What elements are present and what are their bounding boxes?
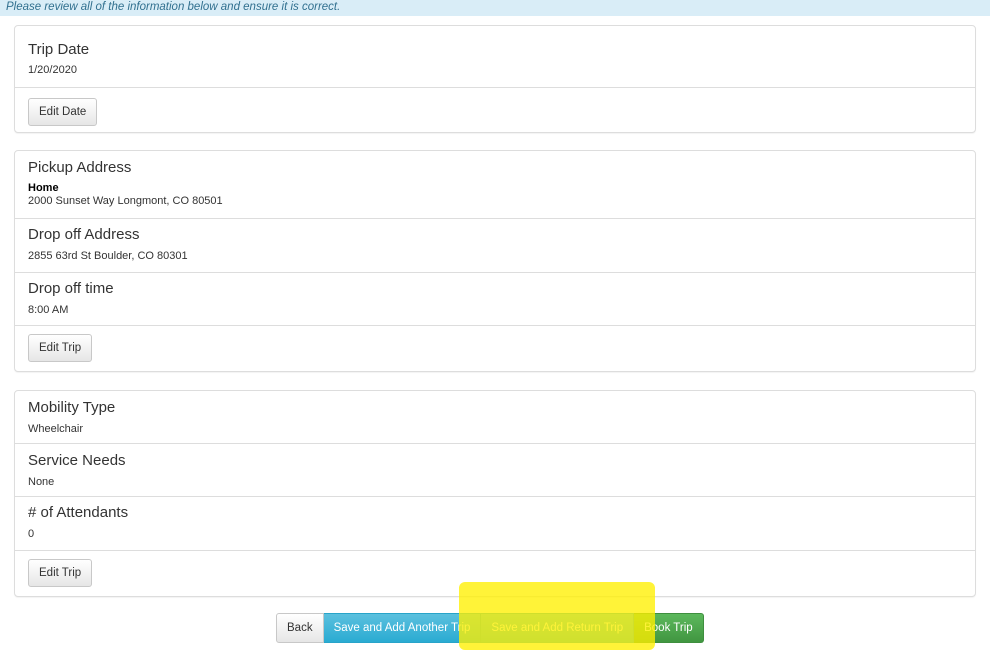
- edit-trip-button[interactable]: Edit Trip: [28, 334, 93, 362]
- back-button[interactable]: Back: [276, 613, 324, 643]
- pickup-address-value: 2000 Sunset Way Longmont, CO 80501: [28, 195, 223, 207]
- trip-date-title: Trip Date: [28, 41, 90, 58]
- dropoff-address-value: 2855 63rd St Boulder, CO 80301: [28, 250, 188, 262]
- dropoff-address-row: Drop off Address 2855 63rd St Boulder, C…: [15, 219, 975, 273]
- save-add-return-trip-button[interactable]: Save and Add Return Trip: [481, 613, 635, 643]
- attendants-value: 0: [28, 528, 35, 540]
- edit-needs-button[interactable]: Edit Trip: [28, 559, 93, 587]
- pickup-address-title: Pickup Address: [28, 159, 132, 176]
- pickup-address-row: Pickup Address Home 2000 Sunset Way Long…: [15, 151, 975, 219]
- mobility-type-title: Mobility Type: [28, 399, 116, 416]
- trip-details-panel: Pickup Address Home 2000 Sunset Way Long…: [14, 150, 976, 372]
- edit-date-button[interactable]: Edit Date: [28, 98, 98, 126]
- pickup-name: Home: [28, 182, 59, 194]
- trip-date-actions: Edit Date: [15, 88, 975, 133]
- dropoff-time-value: 8:00 AM: [28, 304, 69, 316]
- service-needs-value: None: [28, 476, 55, 488]
- dropoff-time-row: Drop off time 8:00 AM: [15, 273, 975, 326]
- action-button-group: Back Save and Add Another Trip Save and …: [276, 613, 704, 643]
- dropoff-time-title: Drop off time: [28, 280, 114, 297]
- mobility-type-row: Mobility Type Wheelchair: [15, 391, 975, 444]
- save-add-another-trip-button[interactable]: Save and Add Another Trip: [323, 613, 482, 643]
- review-notice: Please review all of the information bel…: [0, 0, 990, 16]
- attendants-title: # of Attendants: [28, 504, 129, 521]
- service-needs-title: Service Needs: [28, 452, 126, 469]
- passenger-needs-panel: Mobility Type Wheelchair Service Needs N…: [14, 390, 976, 597]
- trip-date-value: 1/20/2020: [28, 64, 77, 76]
- passenger-needs-actions: Edit Trip: [15, 551, 975, 596]
- mobility-type-value: Wheelchair: [28, 423, 84, 435]
- trip-details-actions: Edit Trip: [15, 326, 975, 371]
- attendants-row: # of Attendants 0: [15, 497, 975, 551]
- trip-date-row: Trip Date 1/20/2020: [15, 26, 975, 88]
- book-trip-button[interactable]: Book Trip: [634, 613, 704, 643]
- dropoff-address-title: Drop off Address: [28, 226, 140, 243]
- service-needs-row: Service Needs None: [15, 444, 975, 497]
- trip-date-panel: Trip Date 1/20/2020 Edit Date: [14, 25, 976, 133]
